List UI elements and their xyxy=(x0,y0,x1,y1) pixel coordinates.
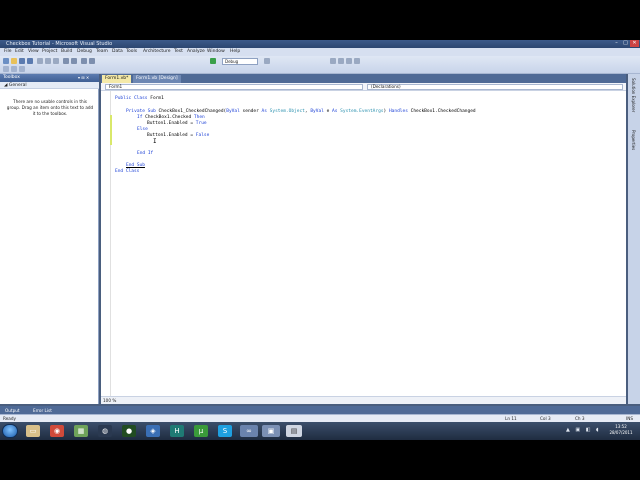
uncomment-icon[interactable] xyxy=(11,66,17,72)
shield-icon[interactable]: ◈ xyxy=(146,425,160,437)
navigate-forward-icon[interactable] xyxy=(89,58,95,64)
minimize-button[interactable]: – xyxy=(612,40,621,47)
undo-icon[interactable] xyxy=(63,58,69,64)
tab-error-list[interactable]: Error List xyxy=(30,407,55,414)
indent-icon[interactable] xyxy=(19,66,25,72)
toolbox-group-label: General xyxy=(8,83,27,88)
title-bar: Checkbox Tutorial - Microsoft Visual Stu… xyxy=(0,40,640,48)
tab-form1-vb[interactable]: Form1.vb* xyxy=(102,75,132,83)
toolbar: Debug xyxy=(0,56,640,74)
text-cursor-icon: I xyxy=(153,138,157,145)
status-bar: Ready Ln 11 Col 3 Ch 3 INS xyxy=(0,414,640,422)
solution-explorer-tab[interactable]: Solution Explorer xyxy=(631,78,636,112)
menu-tools[interactable]: Tools xyxy=(126,48,137,56)
comment-icon[interactable] xyxy=(3,66,9,72)
cut-icon[interactable] xyxy=(37,58,43,64)
toolbox-icon[interactable] xyxy=(354,58,360,64)
chrome-icon[interactable]: ◉ xyxy=(50,425,64,437)
skype-icon[interactable]: S xyxy=(218,425,232,437)
tab-form1-design[interactable]: Form1.vb [Design] xyxy=(133,75,181,83)
code-line-1: Public Class Form1 xyxy=(115,96,164,101)
menu-analyze[interactable]: Analyze xyxy=(187,48,205,56)
redo-icon[interactable] xyxy=(71,58,77,64)
code-line-9: End Class xyxy=(115,169,140,174)
h-app-icon[interactable]: H xyxy=(170,425,184,437)
code-area[interactable]: Public Class Form1 Private Sub CheckBox1… xyxy=(101,91,626,396)
menu-edit[interactable]: Edit xyxy=(15,48,24,56)
window-icon[interactable]: ▣ xyxy=(262,425,280,437)
clock[interactable]: 13:52 28/07/2011 xyxy=(606,424,636,436)
start-button[interactable] xyxy=(2,424,18,438)
new-project-icon[interactable] xyxy=(3,58,9,64)
taskbar: ▭ ◉ ▦ ◍ ● ◈ H µ S ∞ ▣ ▤ ▲ ▣ ◧ ◖ 13:52 28… xyxy=(0,422,640,440)
steam-icon[interactable]: ◍ xyxy=(98,425,112,437)
properties-tab[interactable]: Properties xyxy=(631,130,636,150)
open-file-icon[interactable] xyxy=(11,58,17,64)
toolbox-panel: Toolbox ▾ ⊞ ✕ ◢ General There are no usa… xyxy=(0,74,99,404)
toolbox-group-general[interactable]: ◢ General xyxy=(0,82,99,89)
menu-view[interactable]: View xyxy=(28,48,39,56)
right-tool-strip: Solution Explorer Properties xyxy=(628,74,640,404)
document-icon[interactable]: ▤ xyxy=(286,425,302,437)
menu-build[interactable]: Build xyxy=(61,48,72,56)
code-editor-panel: Form1.vb* Form1.vb [Design] Form1 (Decla… xyxy=(101,74,626,404)
changed-lines-marker xyxy=(110,115,112,145)
document-tabs: Form1.vb* Form1.vb [Design] xyxy=(101,74,626,83)
visual-studio-icon[interactable]: ∞ xyxy=(240,425,258,437)
window-title: Checkbox Tutorial - Microsoft Visual Stu… xyxy=(6,41,113,47)
zoom-level[interactable]: 100 % xyxy=(103,397,116,405)
utorrent-icon[interactable]: µ xyxy=(194,425,208,437)
object-browser-icon[interactable] xyxy=(346,58,352,64)
app-icon[interactable]: ▦ xyxy=(74,425,88,437)
solution-configuration-select[interactable]: Debug xyxy=(222,58,258,65)
menu-help[interactable]: Help xyxy=(230,48,240,56)
explorer-icon[interactable]: ▭ xyxy=(26,425,40,437)
menu-team[interactable]: Team xyxy=(96,48,108,56)
tab-output[interactable]: Output xyxy=(2,407,23,414)
copy-icon[interactable] xyxy=(45,58,51,64)
bottom-panel-tabs: Output Error List xyxy=(0,406,640,414)
save-icon[interactable] xyxy=(19,58,25,64)
menu-test[interactable]: Test xyxy=(174,48,183,56)
properties-icon[interactable] xyxy=(338,58,344,64)
system-tray[interactable]: ▲ ▣ ◧ ◖ xyxy=(566,427,604,435)
start-debugging-icon[interactable] xyxy=(210,58,216,64)
toolbox-header-buttons[interactable]: ▾ ⊞ ✕ xyxy=(78,74,89,82)
menu-data[interactable]: Data xyxy=(112,48,123,56)
save-all-icon[interactable] xyxy=(27,58,33,64)
maximize-button[interactable]: □ xyxy=(621,40,630,47)
menu-file[interactable]: File xyxy=(4,48,12,56)
solution-explorer-icon[interactable] xyxy=(330,58,336,64)
navigation-bar: Form1 (Declarations) xyxy=(101,83,626,91)
method-name-combo[interactable]: (Declarations) xyxy=(367,84,623,90)
menu-debug[interactable]: Debug xyxy=(77,48,92,56)
code-line-4: Button1.Enabled = True xyxy=(147,121,207,126)
navigate-back-icon[interactable] xyxy=(81,58,87,64)
code-line-7: End If xyxy=(137,151,154,156)
close-button[interactable]: ✕ xyxy=(630,40,639,47)
toolbox-title: Toolbox xyxy=(3,75,20,80)
game-icon[interactable]: ● xyxy=(122,425,136,437)
find-icon[interactable] xyxy=(264,58,270,64)
toolbox-empty-message: There are no usable controls in this gro… xyxy=(6,99,94,116)
menu-window[interactable]: Window xyxy=(207,48,225,56)
paste-icon[interactable] xyxy=(53,58,59,64)
class-name-combo[interactable]: Form1 xyxy=(105,84,363,90)
screen: Checkbox Tutorial - Microsoft Visual Stu… xyxy=(0,40,640,440)
editor-zoom-bar: 100 % xyxy=(101,396,626,404)
menu-project[interactable]: Project xyxy=(42,48,57,56)
menu-bar: File Edit View Project Build Debug Team … xyxy=(0,48,640,56)
menu-architecture[interactable]: Architecture xyxy=(143,48,171,56)
clock-date: 28/07/2011 xyxy=(609,430,633,435)
toolbox-header[interactable]: Toolbox ▾ ⊞ ✕ xyxy=(0,74,99,82)
